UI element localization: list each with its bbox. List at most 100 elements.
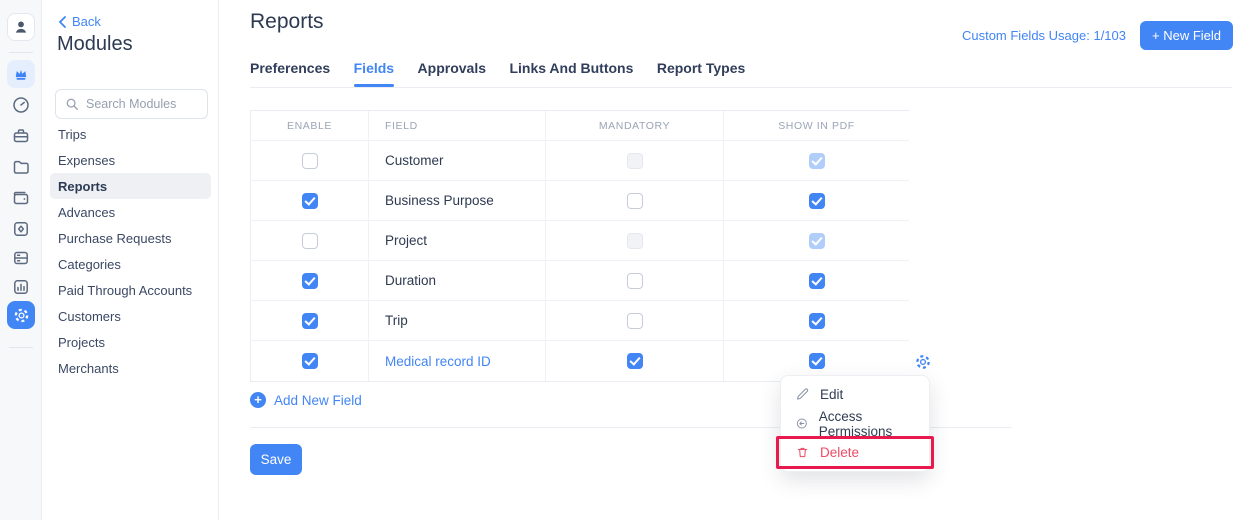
mandatory-checkbox[interactable]	[627, 313, 643, 329]
pencil-icon	[795, 387, 810, 402]
chart-icon[interactable]	[11, 277, 31, 297]
show-in-pdf-checkbox[interactable]	[809, 193, 825, 209]
settings-gear-icon[interactable]	[7, 301, 35, 329]
search-modules-input[interactable]: Search Modules	[55, 89, 208, 119]
mandatory-checkbox	[627, 153, 643, 169]
table-cell-mandatory	[546, 341, 724, 381]
menu-item-label: Edit	[820, 387, 843, 402]
enable-checkbox[interactable]	[302, 233, 318, 249]
nav-rail	[0, 0, 42, 520]
folder-icon[interactable]	[11, 157, 31, 177]
rail-divider	[9, 347, 33, 348]
mandatory-checkbox[interactable]	[627, 193, 643, 209]
show-in-pdf-checkbox	[809, 233, 825, 249]
admin-crown-icon[interactable]	[7, 60, 35, 88]
custom-fields-usage-link[interactable]: Custom Fields Usage: 1/103	[962, 28, 1126, 43]
menu-item-delete[interactable]: Delete	[781, 438, 929, 467]
enable-checkbox[interactable]	[302, 273, 318, 289]
enable-checkbox[interactable]	[302, 193, 318, 209]
column-header-enable: ENABLE	[251, 111, 369, 141]
sidebar-item-purchase-requests[interactable]: Purchase Requests	[50, 225, 211, 251]
tab-report-types[interactable]: Report Types	[657, 60, 745, 87]
table-cell-mandatory	[546, 141, 724, 181]
menu-item-label: Access Permissions	[819, 409, 929, 439]
field-name: Business Purpose	[369, 181, 546, 221]
sidebar-item-merchants[interactable]: Merchants	[50, 355, 211, 381]
show-in-pdf-checkbox	[809, 153, 825, 169]
sidebar-item-expenses[interactable]: Expenses	[50, 147, 211, 173]
module-list: Trips Expenses Reports Advances Purchase…	[50, 121, 211, 381]
field-name: Trip	[369, 301, 546, 341]
stack-icon[interactable]	[11, 248, 31, 268]
card-diamond-icon[interactable]	[11, 219, 31, 239]
page-title: Reports	[250, 10, 324, 34]
field-name: Customer	[369, 141, 546, 181]
app-window: Back Modules Search Modules Trips Expens…	[0, 0, 1244, 520]
search-placeholder: Search Modules	[86, 97, 176, 111]
show-in-pdf-checkbox[interactable]	[809, 353, 825, 369]
table-cell-enable	[251, 221, 369, 261]
user-icon	[13, 19, 29, 35]
table-cell-enable	[251, 141, 369, 181]
tab-links-and-buttons[interactable]: Links And Buttons	[509, 60, 633, 87]
field-name: Duration	[369, 261, 546, 301]
table-cell-show-in-pdf	[724, 301, 909, 341]
table-cell-show-in-pdf	[724, 141, 909, 181]
table-cell-enable	[251, 341, 369, 381]
add-new-field-button[interactable]: + Add New Field	[250, 392, 362, 408]
column-header-show-in-pdf: SHOW IN PDF	[724, 111, 909, 141]
table-cell-mandatory	[546, 181, 724, 221]
field-name: Project	[369, 221, 546, 261]
trash-icon	[795, 445, 810, 460]
sidebar-item-trips[interactable]: Trips	[50, 121, 211, 147]
table-cell-mandatory	[546, 301, 724, 341]
briefcase-icon[interactable]	[11, 126, 31, 146]
menu-item-access-permissions[interactable]: Access Permissions	[781, 409, 929, 438]
dashboard-icon[interactable]	[11, 95, 31, 115]
mandatory-checkbox	[627, 233, 643, 249]
show-in-pdf-checkbox[interactable]	[809, 313, 825, 329]
back-label: Back	[72, 14, 101, 29]
sidebar-item-advances[interactable]: Advances	[50, 199, 211, 225]
show-in-pdf-checkbox[interactable]	[809, 273, 825, 289]
column-header-field: FIELD	[369, 111, 546, 141]
sidebar-item-customers[interactable]: Customers	[50, 303, 211, 329]
table-cell-enable	[251, 181, 369, 221]
save-button[interactable]: Save	[250, 444, 302, 475]
row-settings-gear-icon[interactable]	[914, 353, 932, 371]
field-name-link[interactable]: Medical record ID	[369, 341, 546, 381]
sidebar-item-categories[interactable]: Categories	[50, 251, 211, 277]
fields-table: ENABLE FIELD MANDATORY SHOW IN PDF Custo…	[250, 110, 909, 382]
new-field-button[interactable]: + New Field	[1140, 21, 1233, 50]
sidebar-item-projects[interactable]: Projects	[50, 329, 211, 355]
table-cell-enable	[251, 301, 369, 341]
mandatory-checkbox[interactable]	[627, 353, 643, 369]
table-cell-show-in-pdf	[724, 221, 909, 261]
tab-approvals[interactable]: Approvals	[418, 60, 486, 87]
enable-checkbox[interactable]	[302, 153, 318, 169]
table-cell-mandatory	[546, 221, 724, 261]
add-new-field-label: Add New Field	[274, 393, 362, 408]
table-cell-show-in-pdf	[724, 261, 909, 301]
permissions-icon	[795, 416, 809, 431]
back-link[interactable]: Back	[58, 14, 101, 29]
table-cell-show-in-pdf	[724, 181, 909, 221]
wallet-icon[interactable]	[11, 188, 31, 208]
search-icon	[65, 97, 79, 111]
menu-item-label: Delete	[820, 445, 859, 460]
tabs-bar: Preferences Fields Approvals Links And B…	[250, 60, 1232, 88]
rail-divider	[9, 52, 33, 53]
enable-checkbox[interactable]	[302, 353, 318, 369]
sidebar-item-reports[interactable]: Reports	[50, 173, 211, 199]
table-cell-mandatory	[546, 261, 724, 301]
sidebar-item-paid-through-accounts[interactable]: Paid Through Accounts	[50, 277, 211, 303]
mandatory-checkbox[interactable]	[627, 273, 643, 289]
chevron-left-icon	[58, 16, 67, 28]
user-icon[interactable]	[7, 13, 35, 41]
table-cell-enable	[251, 261, 369, 301]
tab-fields[interactable]: Fields	[354, 60, 394, 87]
tab-preferences[interactable]: Preferences	[250, 60, 330, 87]
column-header-mandatory: MANDATORY	[546, 111, 724, 141]
enable-checkbox[interactable]	[302, 313, 318, 329]
menu-item-edit[interactable]: Edit	[781, 380, 929, 409]
